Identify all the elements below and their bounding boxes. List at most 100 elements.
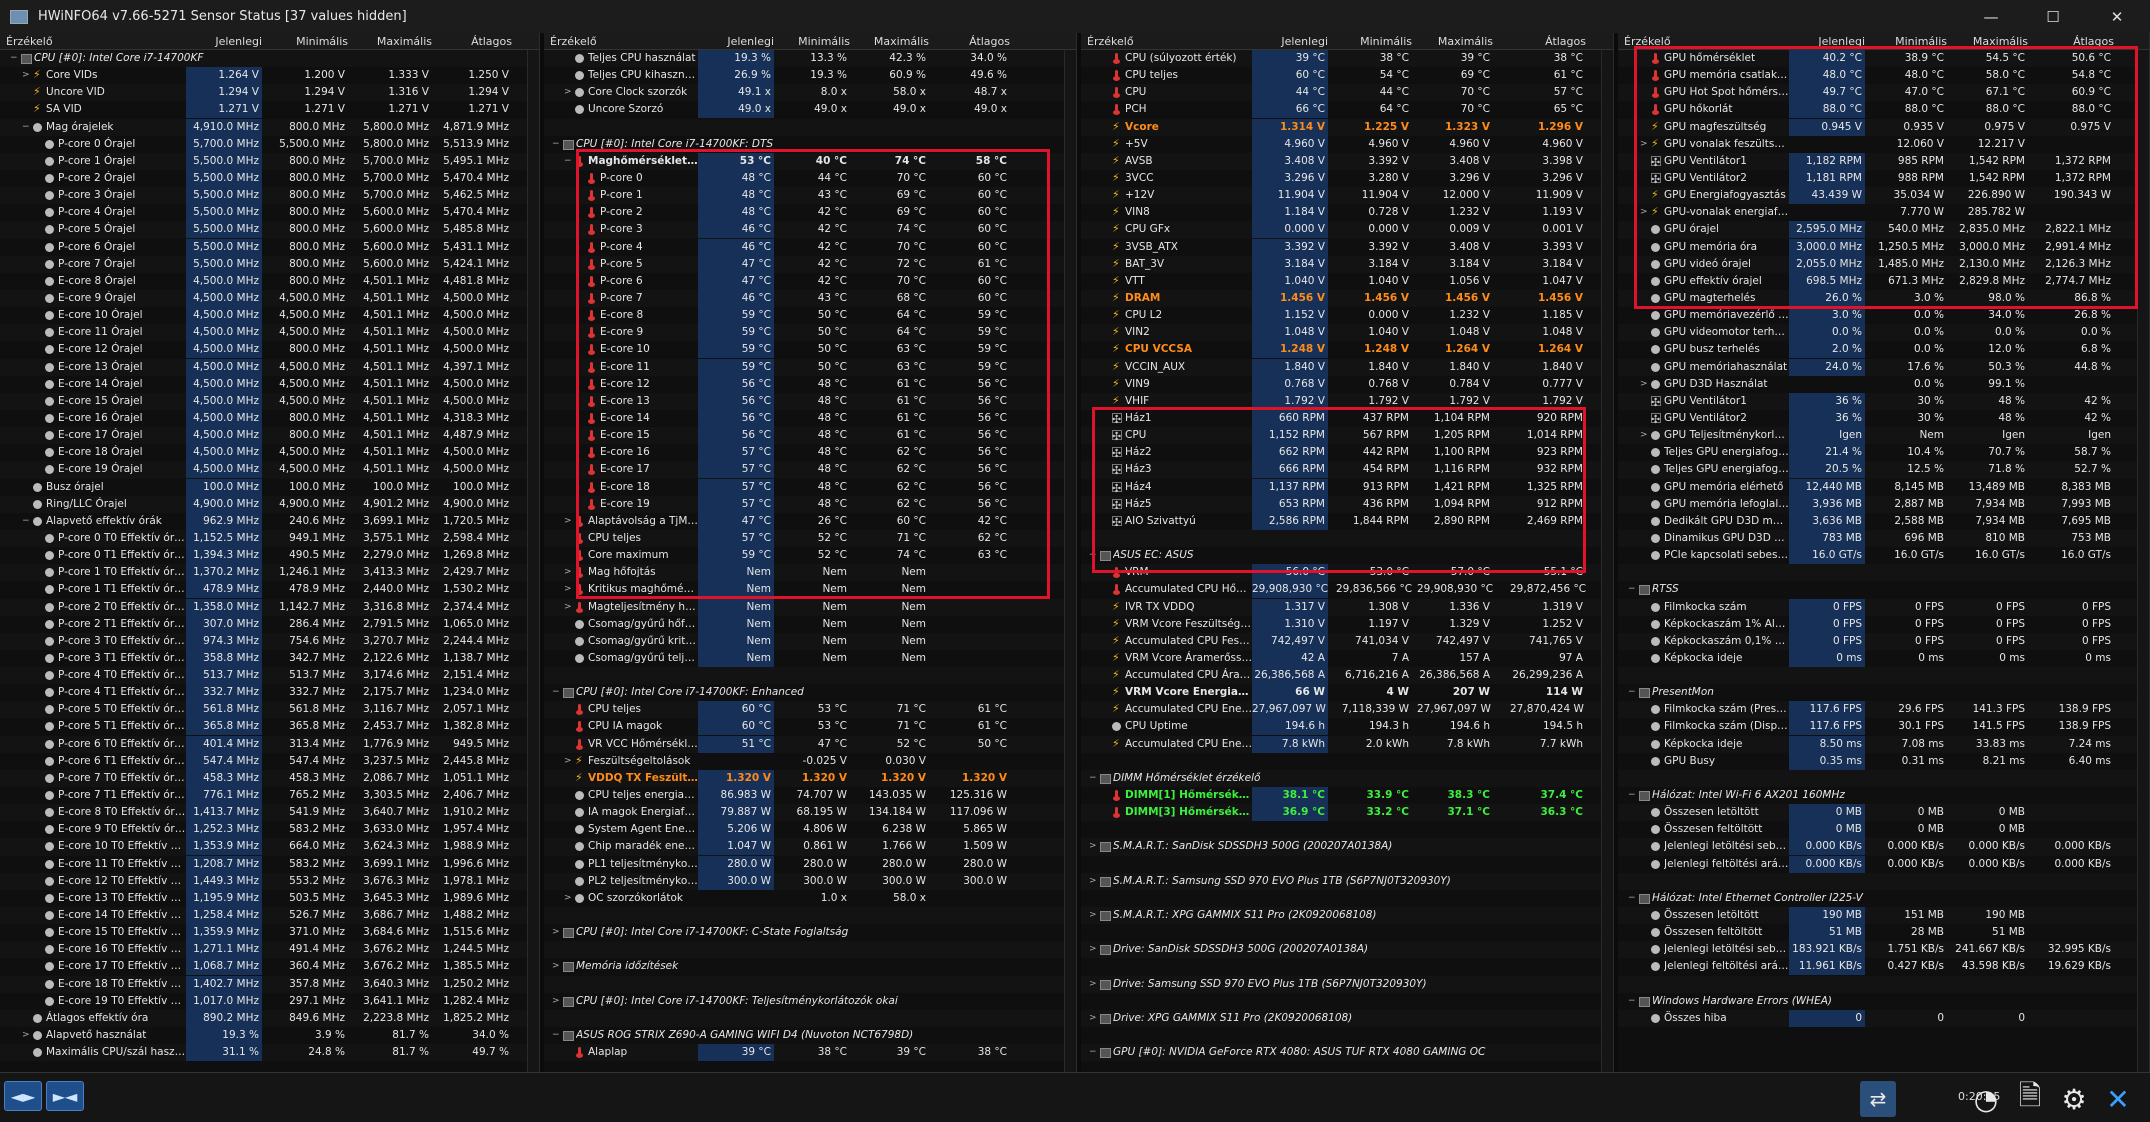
sensor-group-header[interactable]: > S.M.A.R.T.: Samsung SSD 970 EVO Plus 1T… [1081, 872, 1613, 890]
sensor-row[interactable]: Képkocka ideje 8.50 ms 7.08 ms 33.83 ms 7.24… [1618, 735, 2149, 753]
sensor-row[interactable]: GPU órajel 2,595.0 MHz 540.0 MHz 2,835.0 MH… [1618, 221, 2149, 239]
sensor-row[interactable]: CPU1,152 RPM567 RPM1,205 RPM1,014 RPM [1081, 427, 1613, 445]
sensor-row[interactable]: P-core 6 T1 Effektív órajel 547.4 MHz 547.… [0, 752, 539, 770]
collapse-icon[interactable]: − [1089, 1044, 1097, 1061]
sensor-row[interactable]: VCCIN_AUX1.840 V1.840 V1.840 V1.840 V [1081, 358, 1613, 376]
sensor-row[interactable]: GPU memóriahasználat 24.0 % 17.6 % 50.3 % 44… [1618, 358, 2149, 376]
sensor-group-header[interactable]: > Memória időzítések [544, 958, 1076, 975]
collapse-icon[interactable]: − [1628, 581, 1636, 598]
sensor-row[interactable]: GPU Hot Spot hőmérséklet49.7 °C47.0 °C67… [1618, 84, 2149, 102]
sensor-row[interactable]: +12V11.904 V11.904 V12.000 V11.909 V [1081, 187, 1613, 205]
sensor-row[interactable]: GPU Busy 0.35 ms 0.31 ms 8.21 ms 6.40 ms [1618, 752, 2149, 770]
sensor-row[interactable]: Jelenlegi feltöltési arány 0.000 KB/s 0.00… [1618, 855, 2149, 873]
column-header[interactable]: Érzékelő Jelenlegi Minimális Maximális Átlag… [1618, 33, 2149, 50]
collapse-icon[interactable]: − [552, 1027, 560, 1044]
sensor-row[interactable]: P-core 5 Órajel 5,500.0 MHz 800.0 MHz 5,600… [0, 221, 539, 239]
sensor-row[interactable]: +5V4.960 V4.960 V4.960 V4.960 V [1081, 135, 1613, 153]
sensor-row[interactable]: Teljes CPU kihasználtság26.9 %19.3 %60.9… [544, 67, 1076, 85]
sensor-row[interactable]: E-core 11 T0 Effektív ór... 1,208.7 MHz 58… [0, 855, 539, 873]
sensor-row[interactable]: GPU hőkorlát 88.0 °C 88.0 °C 88.0 °C 88.0 °C [1618, 101, 2149, 119]
sensor-row[interactable]: P-core 0 48 °C 44 °C 70 °C 60 °C [544, 169, 1076, 187]
sensor-group-header[interactable]: − Hálózat: Intel Ethernet Controller I225… [1618, 890, 2149, 907]
sensor-row[interactable]: P-core 5 47 °C 42 °C 72 °C 61 °C [544, 255, 1076, 273]
sensor-row[interactable]: E-core 10 T0 Effektív ór... 1,353.9 MHz 66… [0, 838, 539, 856]
sensor-row[interactable]: P-core 3 T1 Effektív órajel 358.8 MHz 342.… [0, 649, 539, 667]
sensor-row[interactable]: CPU Uptime 194.6 h 194.3 h 194.6 h 194.5 h [1081, 718, 1613, 736]
sensor-row[interactable]: Uncore Szorzó 49.0 x 49.0 x 49.0 x 49.0 x [544, 101, 1076, 119]
sensor-row[interactable]: > Alapvető használat 19.3 % 3.9 % 81.7 % 34.0… [0, 1027, 539, 1045]
sensor-row[interactable]: > OC szorzókorlátok 1.0 x 58.0 x [544, 890, 1076, 907]
sensor-row[interactable]: VHIF1.792 V1.792 V1.792 V1.792 V [1081, 392, 1613, 410]
sensor-row[interactable]: E-core 12 T0 Effektív ór... 1,449.3 MHz 55… [0, 872, 539, 890]
sensor-row[interactable]: GPU memória csatlakozási ...48.0 °C48.0 … [1618, 67, 2149, 85]
sensor-row[interactable]: SA VID1.271 V1.271 V1.271 V1.271 V [0, 101, 539, 119]
expand-chevron-icon[interactable]: > [564, 581, 572, 598]
sensor-row[interactable]: >Kritikus maghőmérsékletNemNemNem [544, 581, 1076, 599]
column-header-avg[interactable]: Átlagos [2058, 35, 2114, 48]
sensor-row[interactable]: CPU VCCSA1.248 V1.248 V1.264 V1.264 V [1081, 341, 1613, 359]
sensor-row[interactable]: P-core 7 T1 Effektív órajel 776.1 MHz 765.… [0, 787, 539, 805]
column-header-max[interactable]: Maximális [873, 35, 929, 48]
sensor-row[interactable]: Teljes CPU használat 19.3 % 13.3 % 42.3 % 34… [544, 50, 1076, 68]
sensor-row[interactable]: E-core 9 59 °C 50 °C 64 °C 59 °C [544, 324, 1076, 342]
sensor-row[interactable]: Csomag/gyűrű teljesítmény...NemNemNem [544, 649, 1076, 667]
expand-chevron-icon[interactable]: > [564, 564, 572, 581]
sensor-row[interactable]: E-core 13 56 °C 48 °C 61 °C 56 °C [544, 392, 1076, 410]
collapse-icon[interactable]: − [1628, 890, 1636, 907]
column-header-min[interactable]: Minimális [794, 35, 850, 48]
sensor-row[interactable]: AVSB3.408 V3.392 V3.408 V3.398 V [1081, 152, 1613, 170]
sensor-row[interactable]: E-core 10 59 °C 50 °C 63 °C 59 °C [544, 341, 1076, 359]
sensor-group-header[interactable]: − RTSS [1618, 581, 2149, 598]
sensor-row[interactable]: E-core 10 Órajel 4,500.0 MHz 4,500.0 MHz 4,… [0, 307, 539, 325]
column-header-max[interactable]: Maximális [376, 35, 432, 48]
sensor-row[interactable]: E-core 14 T0 Effektív ór... 1,258.4 MHz 52… [0, 907, 539, 925]
sensor-row[interactable]: P-core 2 T0 Effektív órajel 1,358.0 MHz 1,… [0, 598, 539, 616]
sensor-row[interactable]: VRM Vcore Feszültség (VOUT)1.310 V1.197 … [1081, 615, 1613, 633]
sensor-row[interactable]: P-core 6 Órajel 5,500.0 MHz 800.0 MHz 5,600… [0, 238, 539, 256]
vertical-scrollbar[interactable] [1601, 50, 1613, 1072]
sensor-row[interactable]: Alaplap 39 °C 38 °C 39 °C 38 °C [544, 1044, 1076, 1062]
sensor-row[interactable]: Dedikált GPU D3D memória3,636 MB2,588 MB… [1618, 512, 2149, 530]
sensor-row[interactable]: Képkockaszám 1% Alacsony0 FPS0 FPS0 FPS0… [1618, 615, 2149, 633]
expand-chevron-icon[interactable]: > [1089, 976, 1097, 993]
sensor-row[interactable]: > GPU Teljesítménykorláto... Igen Nem Igen Ig… [1618, 427, 2149, 445]
sensor-row[interactable]: Ring/LLC Órajel 4,900.0 MHz 4,900.0 MHz 4,9… [0, 495, 539, 513]
expand-chevron-icon[interactable]: > [564, 753, 572, 770]
sensor-group-header[interactable]: > Drive: XPG GAMMIX S11 Pro (2K0920068108… [1081, 1009, 1613, 1028]
sensor-row[interactable]: System Agent Energiafogya...5.206 W4.806… [544, 821, 1076, 839]
sensor-row[interactable]: P-core 7 46 °C 43 °C 68 °C 60 °C [544, 289, 1076, 308]
sensor-group-header[interactable]: − ASUS EC: ASUS [1081, 547, 1613, 564]
sensor-row[interactable]: Chip maradék energiafogya...1.047 W0.861… [544, 838, 1076, 856]
sensor-group-header[interactable]: − CPU [#0]: Intel Core i7-14700KF [0, 50, 539, 68]
sensor-row[interactable]: E-core 11 Órajel 4,500.0 MHz 4,500.0 MHz 4,… [0, 324, 539, 342]
sensor-row[interactable]: 3VSB_ATX3.392 V3.392 V3.408 V3.393 V [1081, 238, 1613, 256]
sensor-row[interactable]: GPU Ventilátor21,181 RPM988 RPM1,542 RPM… [1618, 169, 2149, 188]
column-header[interactable]: Érzékelő Jelenlegi Minimális Maximális Átlag… [544, 33, 1076, 50]
sensor-row[interactable]: P-core 3 Órajel 5,500.0 MHz 800.0 MHz 5,700… [0, 187, 539, 205]
sensor-group-header[interactable]: − CPU [#0]: Intel Core i7-14700KF: DTS [544, 136, 1076, 153]
sensor-row[interactable]: Csomag/gyűrű kritikus hőm...NemNemNem [544, 632, 1076, 650]
column-header[interactable]: Érzékelő Jelenlegi Minimális Maximális Átlag… [0, 33, 539, 50]
sensor-row[interactable]: CPU teljes 57 °C 52 °C 71 °C 62 °C [544, 529, 1076, 548]
sensor-row[interactable]: P-core 3 46 °C 42 °C 74 °C 60 °C [544, 221, 1076, 239]
scroll-prev-button[interactable]: ◄► [4, 1081, 42, 1111]
sensor-row[interactable]: Összesen letöltött 190 MB 151 MB 190 MB [1618, 907, 2149, 925]
sensor-row[interactable]: VRM Vcore Áramerősség (I...42 A7 A157 A9… [1081, 649, 1613, 667]
sensor-row[interactable]: Vcore1.314 V1.225 V1.323 V1.296 V [1081, 118, 1613, 136]
sensor-group-header[interactable]: > Drive: SanDisk SDSSDH3 500G (200207A013… [1081, 941, 1613, 959]
sensor-group-header[interactable]: − ASUS ROG STRIX Z690-A GAMING WIFI D4 (N… [544, 1027, 1076, 1044]
logging-button[interactable]: 🗎 [2012, 1079, 2048, 1117]
sensor-row[interactable]: P-core 4 Órajel 5,500.0 MHz 800.0 MHz 5,600… [0, 204, 539, 222]
sensor-group-header[interactable]: − PresentMon [1618, 684, 2149, 701]
column-header-min[interactable]: Minimális [1356, 35, 1412, 48]
clock-button[interactable]: ◔ [1968, 1081, 2004, 1117]
sensor-row[interactable]: E-core 19 57 °C 48 °C 62 °C 56 °C [544, 495, 1076, 513]
column-header-sensor[interactable]: Érzékelő [1087, 35, 1134, 48]
sensor-row[interactable]: E-core 18 T0 Effektív ór... 1,402.7 MHz 35… [0, 975, 539, 993]
sensor-row[interactable]: P-core 5 T1 Effektív órajel 365.8 MHz 365.… [0, 718, 539, 736]
sensor-row[interactable]: Jelenlegi feltöltési arány 11.961 KB/s 0.4… [1618, 958, 2149, 976]
column-header-current[interactable]: Jelenlegi [1809, 35, 1865, 48]
sensor-row[interactable]: DIMM[1] Hőmérséklet (B...38.1 °C33.9 °C3… [1081, 787, 1613, 805]
expand-chevron-icon[interactable]: > [22, 67, 30, 84]
expand-chevron-icon[interactable]: > [1640, 376, 1648, 393]
